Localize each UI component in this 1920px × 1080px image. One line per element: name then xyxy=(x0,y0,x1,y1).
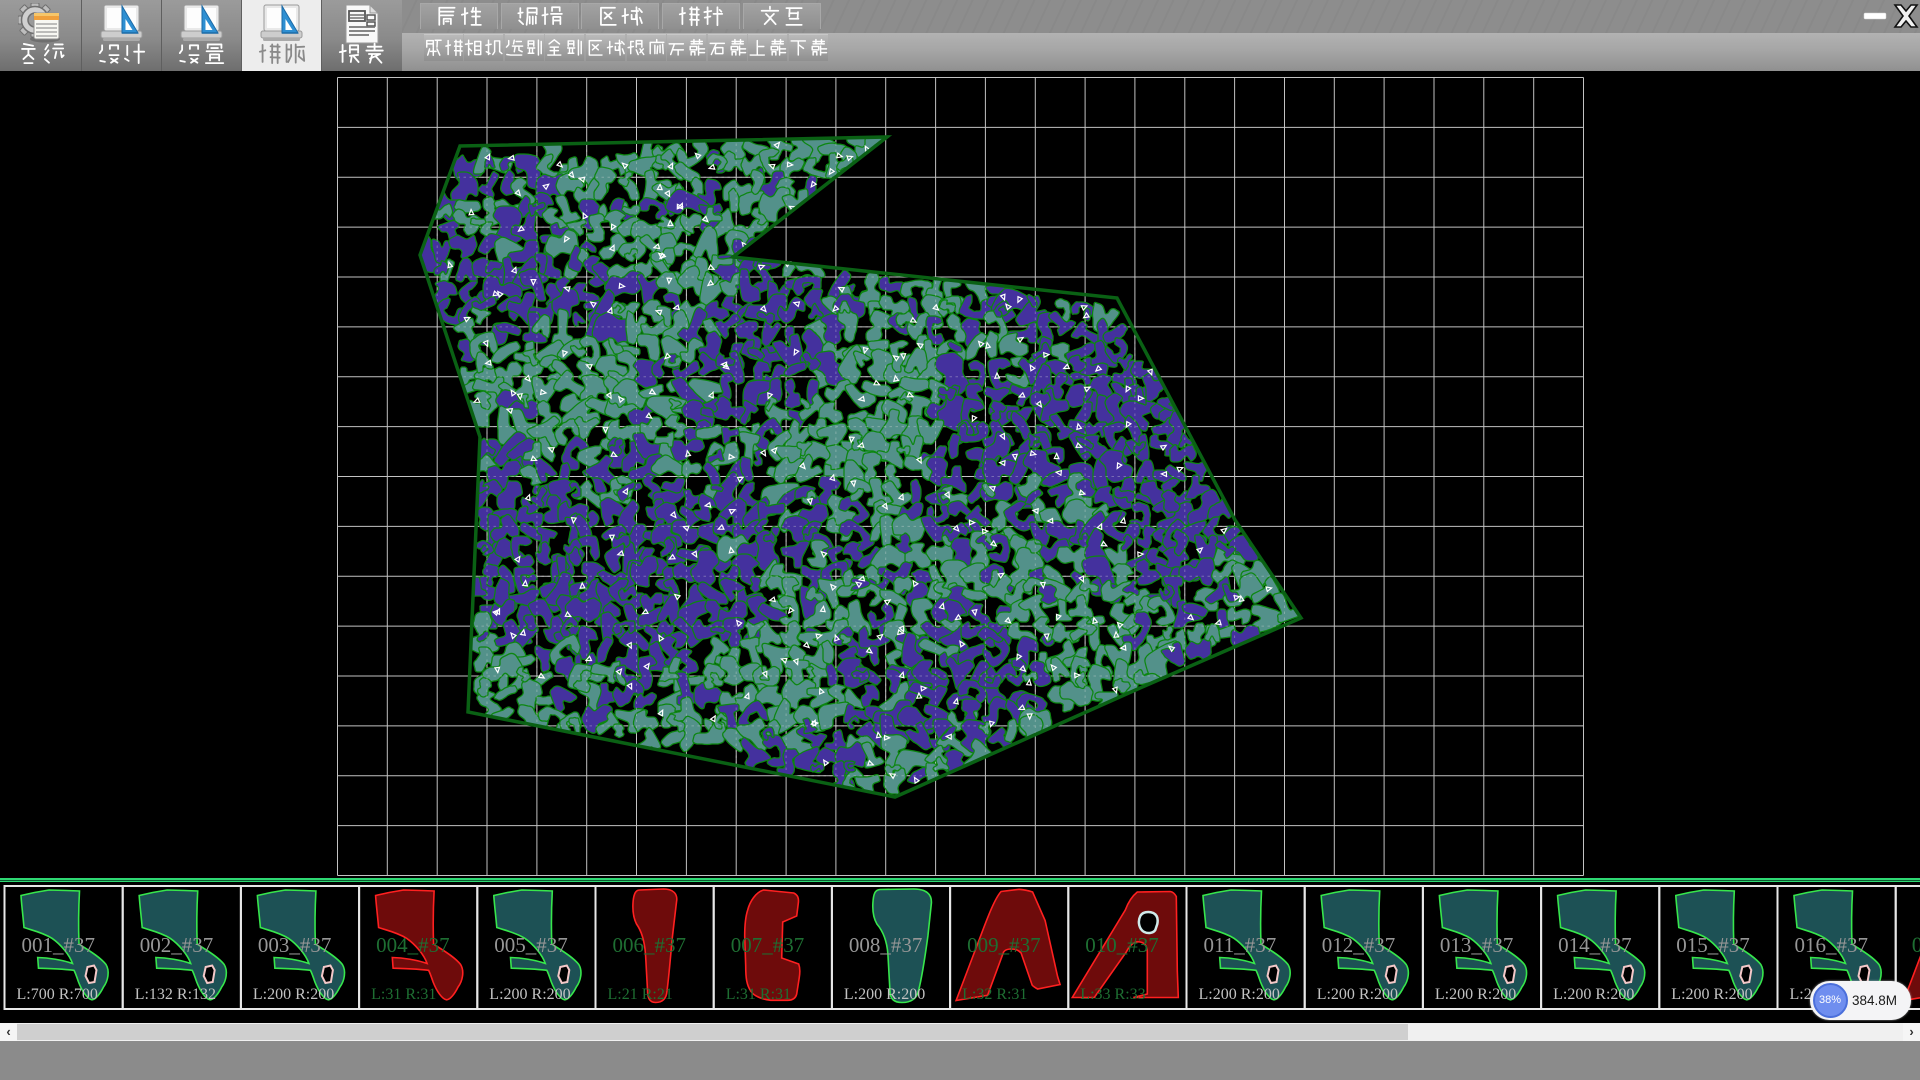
svg-text:013_#37: 013_#37 xyxy=(1440,933,1514,957)
svg-text:L:132 R:132: L:132 R:132 xyxy=(135,986,216,1003)
svg-text:L:700 R:700: L:700 R:700 xyxy=(17,986,98,1003)
svg-text:0: 0 xyxy=(1912,932,1920,957)
svg-text:L:200 R:200: L:200 R:200 xyxy=(1671,986,1752,1003)
svg-text:008_#37: 008_#37 xyxy=(849,933,923,957)
svg-text:L:200 R:200: L:200 R:200 xyxy=(1553,986,1634,1003)
svg-text:009_#37: 009_#37 xyxy=(967,933,1041,957)
svg-text:L:200 R:200: L:200 R:200 xyxy=(1317,986,1398,1003)
svg-text:L:31 R:31: L:31 R:31 xyxy=(371,986,436,1003)
svg-text:002_#37: 002_#37 xyxy=(140,933,214,957)
svg-text:004_#37: 004_#37 xyxy=(376,933,450,957)
svg-text:012_#37: 012_#37 xyxy=(1322,933,1396,957)
svg-text:L:21 R:21: L:21 R:21 xyxy=(608,986,673,1003)
svg-text:007_#37: 007_#37 xyxy=(731,933,805,957)
svg-text:001_#37: 001_#37 xyxy=(22,933,96,957)
svg-text:L:200 R:200: L:200 R:200 xyxy=(489,986,570,1003)
svg-text:L:200 R:200: L:200 R:200 xyxy=(844,986,925,1003)
svg-text:006_#37: 006_#37 xyxy=(613,933,687,957)
svg-text:016_#37: 016_#37 xyxy=(1795,933,1869,957)
svg-text:L:200 R:200: L:200 R:200 xyxy=(253,986,334,1003)
svg-text:L:200 R:200: L:200 R:200 xyxy=(1435,986,1516,1003)
svg-text:014_#37: 014_#37 xyxy=(1558,933,1632,957)
svg-text:L:32 R:31: L:32 R:31 xyxy=(962,986,1027,1003)
svg-text:015_#37: 015_#37 xyxy=(1676,933,1750,957)
svg-text:005_#37: 005_#37 xyxy=(494,933,568,957)
svg-text:L:31 R:31: L:31 R:31 xyxy=(726,986,791,1003)
svg-text:011_#37: 011_#37 xyxy=(1204,933,1277,957)
svg-text:L:200 R:200: L:200 R:200 xyxy=(1199,986,1280,1003)
svg-text:003_#37: 003_#37 xyxy=(258,933,332,957)
svg-text:L:33 R:33: L:33 R:33 xyxy=(1080,986,1145,1003)
svg-text:010_#37: 010_#37 xyxy=(1085,933,1159,957)
